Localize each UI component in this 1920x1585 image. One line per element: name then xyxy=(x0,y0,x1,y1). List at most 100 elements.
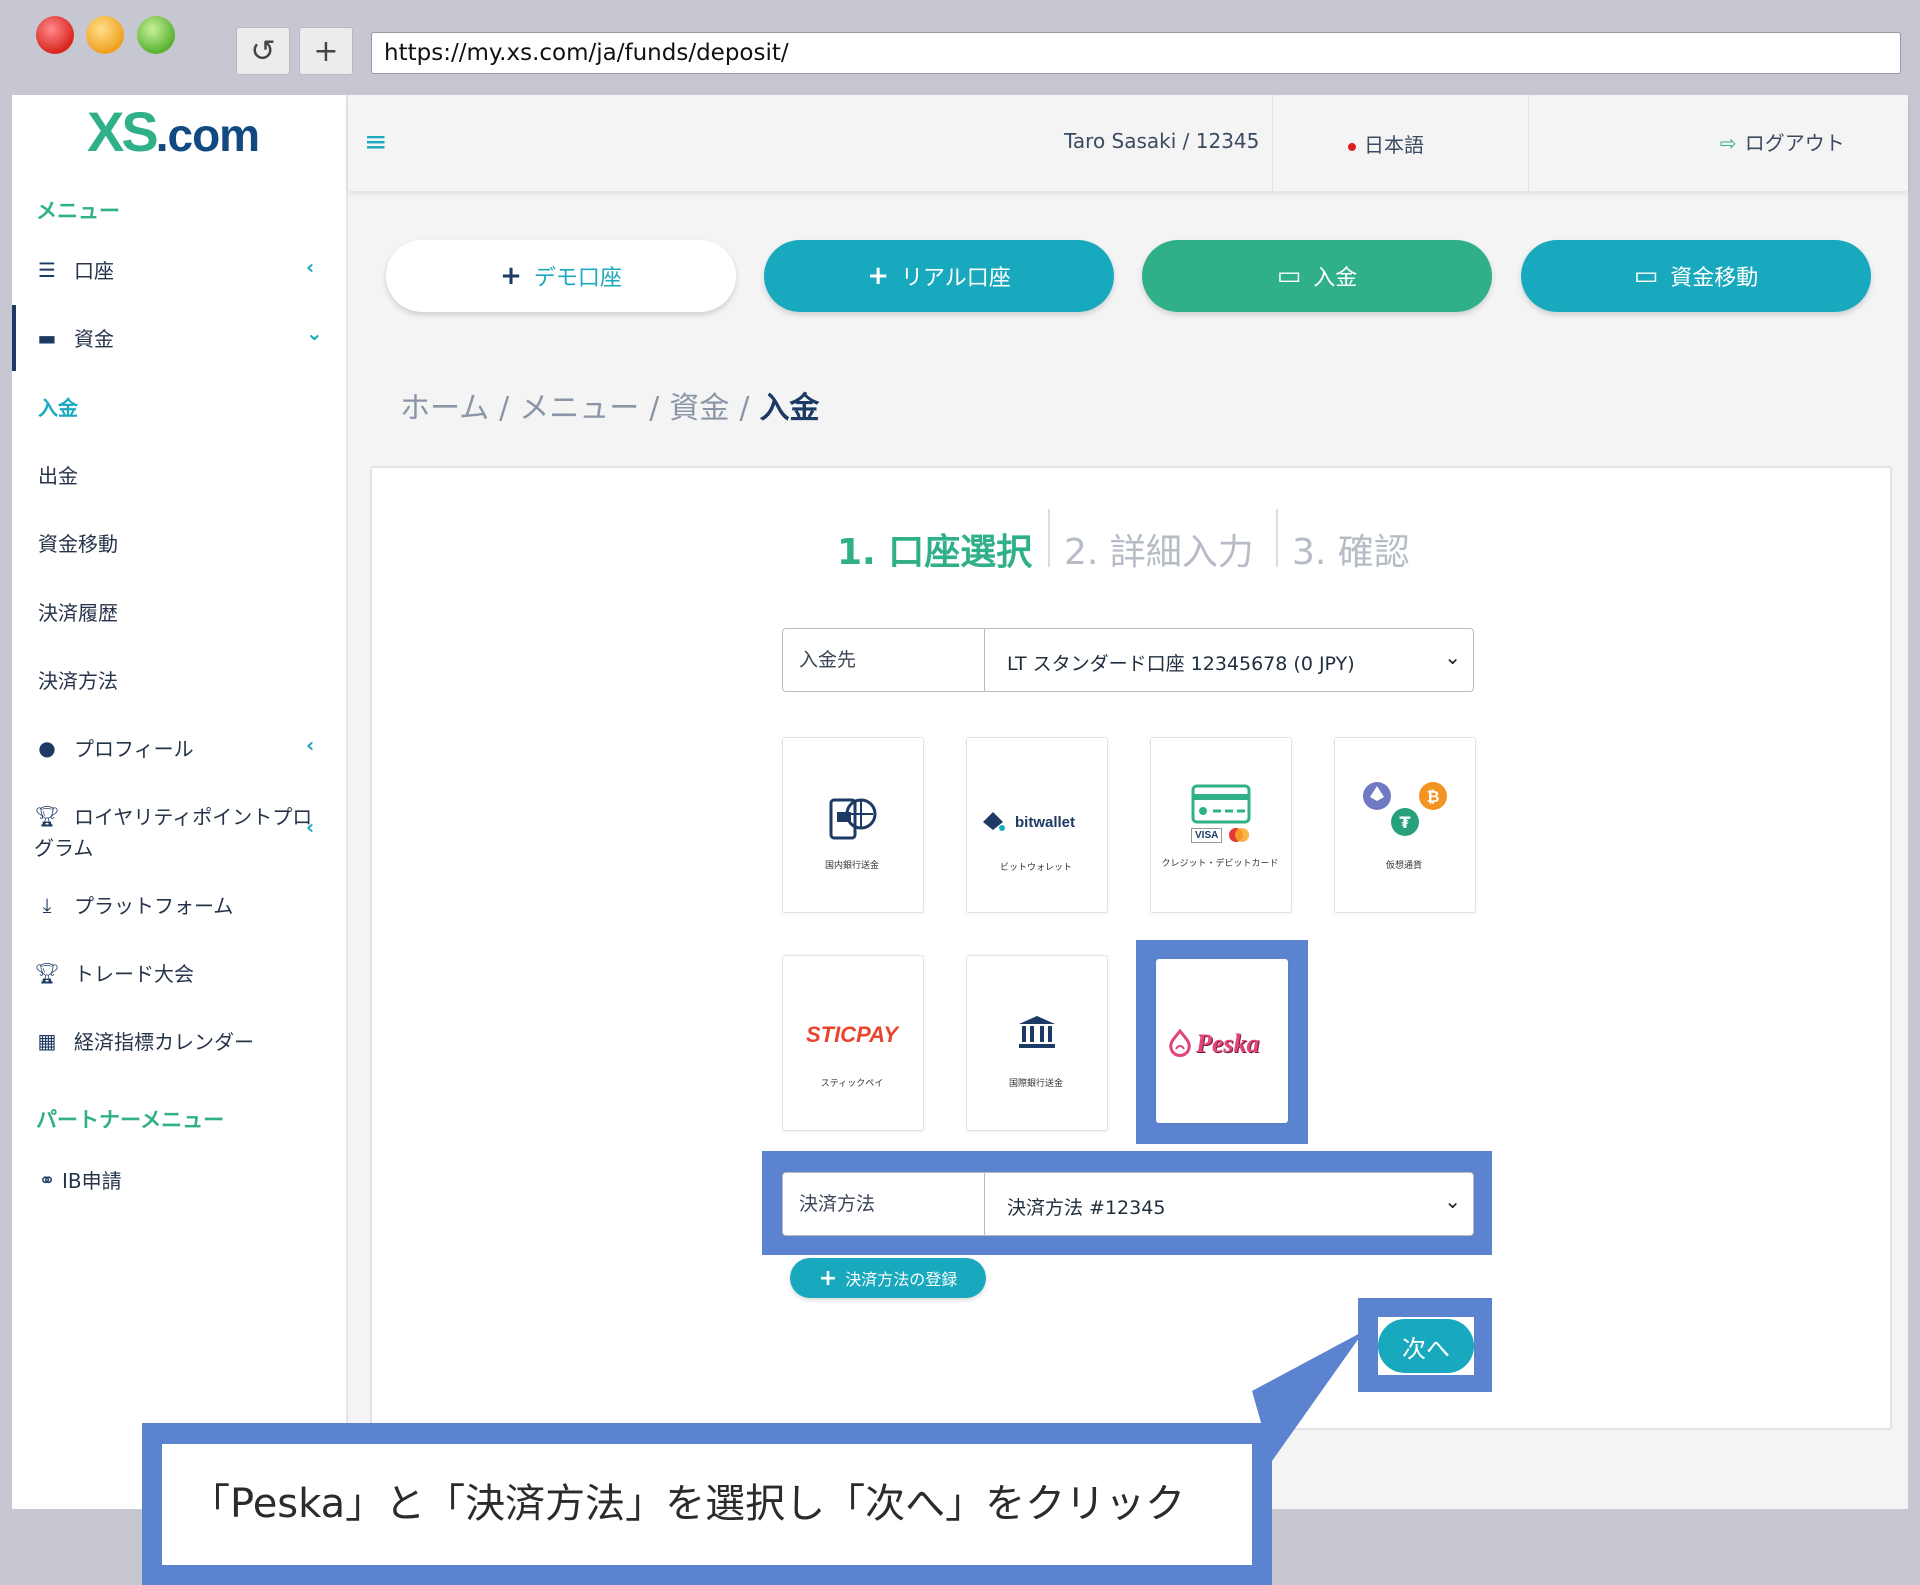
method-caption: スティックペイ xyxy=(820,1079,884,1089)
user-icon: ● xyxy=(38,735,56,760)
plus-icon: + xyxy=(500,261,522,291)
deposit-to-select[interactable]: 入金先 LT スタンダード口座 12345678 (0 JPY) ⌄ xyxy=(782,628,1474,692)
chevron-left-icon: ‹ xyxy=(306,815,315,839)
svg-text:₮: ₮ xyxy=(1399,813,1410,832)
menu-heading: メニュー xyxy=(36,199,120,223)
payment-method-select[interactable]: 決済方法 決済方法 #12345 ⌄ xyxy=(782,1172,1474,1236)
trophy-icon: 🏆︎ xyxy=(34,960,60,985)
payment-method-value: 決済方法 #12345 xyxy=(1007,1197,1166,1219)
partner-menu-heading: パートナーメニュー xyxy=(36,1108,225,1132)
sidebar-item-funds[interactable]: ▬ 資金 xyxy=(34,323,114,352)
bank-transfer-icon xyxy=(829,798,877,840)
peska-icon xyxy=(1169,1028,1191,1057)
method-caption: 仮想通貨 xyxy=(1385,861,1422,871)
credit-card-icon xyxy=(1191,784,1251,824)
active-indicator xyxy=(12,305,16,371)
maximize-window-button[interactable] xyxy=(137,16,175,54)
japan-flag-icon xyxy=(1348,142,1356,151)
calendar-icon: ▦ xyxy=(37,1028,57,1053)
visa-badge: VISA xyxy=(1191,828,1223,843)
step-2-label: 2. 詳細入力 xyxy=(1064,532,1254,573)
chevron-left-icon: ‹ xyxy=(306,733,315,757)
register-payment-method-button[interactable]: + 決済方法の登録 xyxy=(790,1258,986,1298)
credit-card-icon: ▭ xyxy=(1276,261,1302,291)
sidebar-item-contest[interactable]: 🏆︎ トレード大会 xyxy=(34,958,194,987)
instruction-text: 「Peska」と「決済方法」を選択し「次へ」をクリック xyxy=(162,1444,1252,1565)
breadcrumb: ホーム / メニュー / 資金 / 入金 xyxy=(400,391,820,426)
divider xyxy=(1272,95,1273,191)
method-caption: 国際銀行送金 xyxy=(1008,1079,1063,1089)
user-account-label: Taro Sasaki / 12345 xyxy=(1064,129,1260,153)
close-window-button[interactable] xyxy=(36,16,74,54)
sidebar-sub-history[interactable]: 決済履歴 xyxy=(38,597,118,626)
bitwallet-icon xyxy=(983,812,1005,831)
bank-icon xyxy=(1019,1016,1055,1048)
sidebar-item-ib[interactable]: ⚭ IB申請 xyxy=(34,1165,122,1194)
method-caption: クレジット・デビットカード xyxy=(1161,859,1279,869)
method-caption: ビットウォレット xyxy=(999,863,1072,873)
plus-icon: + xyxy=(818,1265,838,1291)
svg-text:₿: ₿ xyxy=(1426,787,1439,806)
chevron-down-icon: ⌄ xyxy=(1444,645,1461,669)
download-icon: ⤓ xyxy=(42,892,52,917)
breadcrumb-home[interactable]: ホーム xyxy=(400,391,489,426)
chevron-down-icon: ⌄ xyxy=(306,321,323,345)
credit-card-icon: ▭ xyxy=(1633,261,1659,291)
deposit-to-label: 入金先 xyxy=(783,629,985,691)
method-international-bank[interactable]: 国際銀行送金 xyxy=(966,955,1108,1131)
hamburger-icon[interactable]: ≡ xyxy=(364,125,387,158)
breadcrumb-current: 入金 xyxy=(759,391,820,426)
real-account-button[interactable]: + リアル口座 xyxy=(764,240,1114,312)
minimize-window-button[interactable] xyxy=(86,16,124,54)
reload-button[interactable]: ↺ xyxy=(236,27,290,75)
address-bar[interactable]: https://my.xs.com/ja/funds/deposit/ xyxy=(371,32,1901,74)
top-bar: ≡ Taro Sasaki / 12345 日本語 ⇨ ログアウト xyxy=(348,95,1908,191)
divider xyxy=(1276,509,1278,567)
trophy-icon: 🏆︎ xyxy=(34,803,60,828)
sidebar-sub-deposit[interactable]: 入金 xyxy=(38,392,78,421)
method-credit-card[interactable]: VISA クレジット・デビットカード xyxy=(1150,737,1292,913)
deposit-to-value: LT スタンダード口座 12345678 (0 JPY) xyxy=(1007,653,1355,675)
deposit-button[interactable]: ▭ 入金 xyxy=(1142,240,1492,312)
sidebar-sub-withdraw[interactable]: 出金 xyxy=(38,460,78,489)
step-3-label: 3. 確認 xyxy=(1292,532,1410,573)
sidebar-item-loyalty-line2: グラム xyxy=(34,836,94,860)
payment-method-label: 決済方法 xyxy=(783,1173,985,1235)
crypto-icon: ₿ ₮ xyxy=(1363,782,1447,836)
sidebar-item-platform[interactable]: ⤓ プラットフォーム xyxy=(34,890,234,919)
sidebar-item-accounts[interactable]: ☰ 口座 xyxy=(34,255,114,284)
sidebar-item-loyalty[interactable]: 🏆︎ ロイヤリティポイントプロ xyxy=(34,801,312,830)
method-domestic-bank[interactable]: 国内銀行送金 xyxy=(782,737,924,913)
bitwallet-brand: bitwallet xyxy=(1015,814,1076,831)
list-icon: ☰ xyxy=(38,257,56,282)
breadcrumb-funds[interactable]: 資金 xyxy=(669,391,729,426)
next-button[interactable]: 次へ xyxy=(1378,1319,1474,1373)
plus-icon: + xyxy=(313,33,339,69)
demo-account-button[interactable]: + デモ口座 xyxy=(386,240,736,312)
mastercard-icon xyxy=(1229,828,1249,842)
sidebar: XS.com メニュー ☰ 口座 ‹ ▬ 資金 ⌄ 入金 出金 資金移動 決済履… xyxy=(12,95,348,1509)
sidebar-sub-methods[interactable]: 決済方法 xyxy=(38,665,118,694)
transfer-button[interactable]: ▭ 資金移動 xyxy=(1521,240,1871,312)
step-1-label: 1. 口座選択 xyxy=(837,532,1033,573)
method-sticpay[interactable]: STICPAY スティックペイ xyxy=(782,955,924,1131)
language-selector[interactable]: 日本語 xyxy=(1348,129,1424,158)
sidebar-item-profile[interactable]: ● プロフィール xyxy=(34,733,193,762)
deposit-card xyxy=(370,466,1892,1430)
plus-icon: + xyxy=(867,261,889,291)
breadcrumb-menu[interactable]: メニュー xyxy=(519,391,639,426)
chevron-down-icon: ⌄ xyxy=(1444,1189,1461,1213)
new-tab-button[interactable]: + xyxy=(299,27,353,75)
method-peska[interactable]: Peska xyxy=(1156,959,1288,1123)
wallet-icon: ▬ xyxy=(37,325,57,350)
sidebar-item-calendar[interactable]: ▦ 経済指標カレンダー xyxy=(34,1026,254,1055)
reload-icon: ↺ xyxy=(250,33,276,69)
method-crypto[interactable]: ₿ ₮ 仮想通貨 xyxy=(1334,737,1476,913)
handshake-icon: ⚭ xyxy=(38,1167,56,1192)
method-bitwallet[interactable]: bitwallet ビットウォレット xyxy=(966,737,1108,913)
xs-logo[interactable]: XS.com xyxy=(87,99,260,164)
logout-button[interactable]: ⇨ ログアウト xyxy=(1720,127,1845,156)
app-window: XS.com メニュー ☰ 口座 ‹ ▬ 資金 ⌄ 入金 出金 資金移動 決済履… xyxy=(12,95,1908,1585)
method-caption: 国内銀行送金 xyxy=(824,861,879,871)
sidebar-sub-transfer[interactable]: 資金移動 xyxy=(38,528,118,557)
